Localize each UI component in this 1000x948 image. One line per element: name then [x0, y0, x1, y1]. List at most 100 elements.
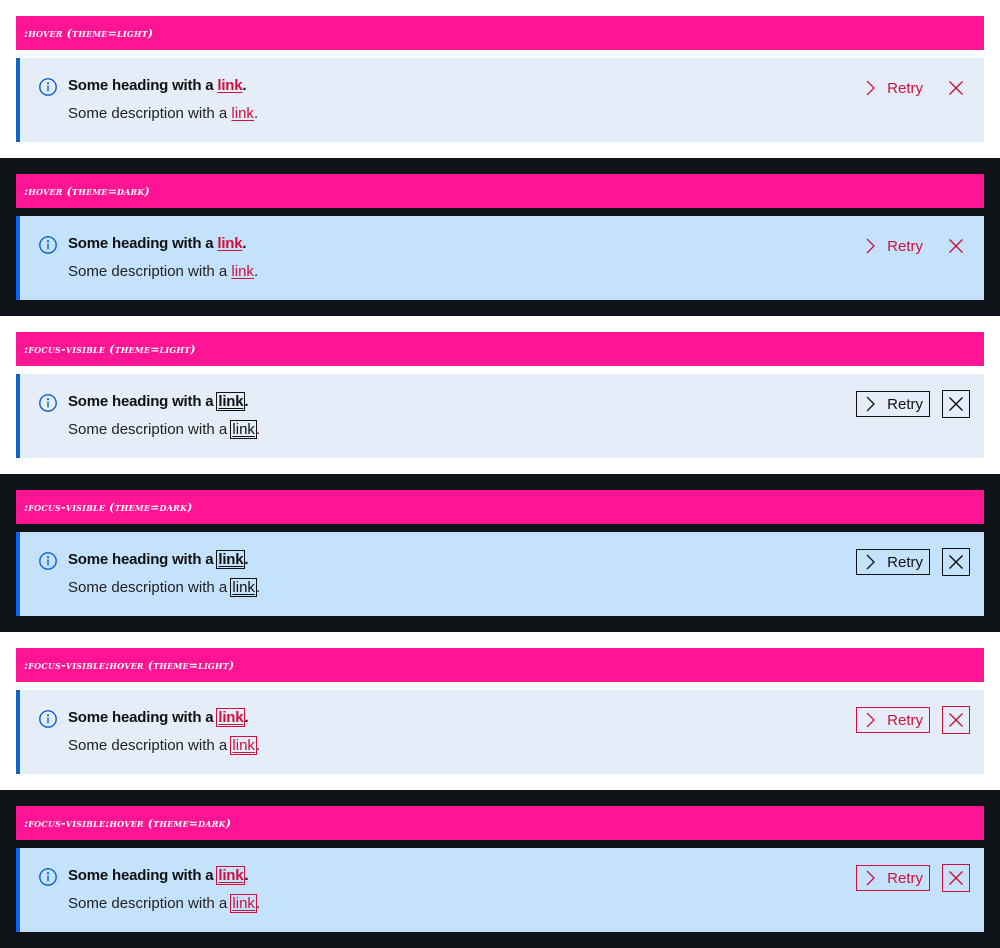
heading-link[interactable]: link: [216, 550, 246, 569]
notification-actions: Retry: [856, 390, 970, 418]
chevron-right-icon: [866, 712, 876, 728]
notification-heading: Some heading with a link.: [68, 708, 260, 728]
description-suffix: .: [255, 421, 261, 438]
heading-link[interactable]: link: [217, 77, 242, 94]
notification-actions: Retry: [856, 548, 970, 576]
retry-button[interactable]: Retry: [856, 75, 930, 101]
heading-suffix: .: [244, 867, 249, 884]
heading-text: Some heading with a: [68, 393, 218, 410]
info-icon: [39, 78, 57, 96]
description-suffix: .: [255, 579, 261, 596]
info-icon: [39, 868, 57, 886]
state-section: :hover (theme=light) Some heading with a…: [0, 0, 1000, 158]
close-button[interactable]: [942, 74, 970, 102]
close-button[interactable]: [942, 706, 970, 734]
description-text: Some description with a: [68, 421, 232, 438]
notification-actions: Retry: [856, 74, 970, 102]
heading-text: Some heading with a: [68, 235, 218, 252]
state-label: :focus-visible:hover (theme=dark): [16, 806, 984, 840]
retry-label: Retry: [887, 711, 923, 729]
description-text: Some description with a: [68, 737, 232, 754]
notification-heading: Some heading with a link.: [68, 234, 258, 254]
chevron-right-icon: [866, 554, 876, 570]
close-icon: [949, 81, 963, 95]
description-link[interactable]: link: [231, 263, 254, 280]
inline-notification: Some heading with a link. Some descripti…: [16, 58, 984, 142]
retry-label: Retry: [887, 237, 923, 255]
chevron-right-icon: [866, 870, 876, 886]
retry-button[interactable]: Retry: [856, 233, 930, 259]
description-link[interactable]: link: [230, 578, 257, 597]
inline-notification: Some heading with a link. Some descripti…: [16, 848, 984, 932]
retry-button[interactable]: Retry: [856, 707, 930, 733]
heading-link[interactable]: link: [216, 866, 246, 885]
heading-suffix: .: [244, 709, 249, 726]
close-icon: [949, 555, 963, 569]
state-section: :focus-visible (theme=dark) Some heading…: [0, 474, 1000, 632]
state-label: :focus-visible (theme=light): [16, 332, 984, 366]
notification-heading: Some heading with a link.: [68, 392, 260, 412]
description-suffix: .: [253, 263, 259, 280]
close-button[interactable]: [942, 232, 970, 260]
heading-text: Some heading with a: [68, 709, 218, 726]
chevron-right-icon: [866, 396, 876, 412]
close-icon: [949, 871, 963, 885]
notification-description: Some description with a link.: [68, 104, 258, 124]
state-section: :focus-visible:hover (theme=light) Some …: [0, 632, 1000, 790]
heading-link[interactable]: link: [217, 235, 242, 252]
inline-notification: Some heading with a link. Some descripti…: [16, 374, 984, 458]
heading-suffix: .: [242, 235, 247, 252]
close-icon: [949, 397, 963, 411]
info-icon: [39, 236, 57, 254]
description-text: Some description with a: [68, 895, 232, 912]
notification-heading: Some heading with a link.: [68, 866, 260, 886]
notification-description: Some description with a link.: [68, 262, 258, 282]
close-icon: [949, 713, 963, 727]
retry-label: Retry: [887, 395, 923, 413]
state-section: :hover (theme=dark) Some heading with a …: [0, 158, 1000, 316]
description-suffix: .: [253, 105, 259, 122]
heading-text: Some heading with a: [68, 77, 218, 94]
notification-actions: Retry: [856, 706, 970, 734]
heading-suffix: .: [244, 551, 249, 568]
retry-button[interactable]: Retry: [856, 391, 930, 417]
description-link[interactable]: link: [230, 736, 257, 755]
notification-description: Some description with a link.: [68, 736, 260, 756]
notification-actions: Retry: [856, 864, 970, 892]
retry-button[interactable]: Retry: [856, 549, 930, 575]
description-link[interactable]: link: [230, 420, 257, 439]
state-section: :focus-visible (theme=light) Some headin…: [0, 316, 1000, 474]
notification-heading: Some heading with a link.: [68, 550, 260, 570]
heading-text: Some heading with a: [68, 867, 218, 884]
heading-text: Some heading with a: [68, 551, 218, 568]
close-button[interactable]: [942, 390, 970, 418]
state-label: :hover (theme=light): [16, 16, 984, 50]
retry-label: Retry: [887, 79, 923, 97]
heading-suffix: .: [244, 393, 249, 410]
description-text: Some description with a: [68, 105, 232, 122]
chevron-right-icon: [866, 80, 876, 96]
description-link[interactable]: link: [231, 105, 254, 122]
inline-notification: Some heading with a link. Some descripti…: [16, 690, 984, 774]
info-icon: [39, 552, 57, 570]
description-text: Some description with a: [68, 579, 232, 596]
close-button[interactable]: [942, 864, 970, 892]
notification-actions: Retry: [856, 232, 970, 260]
notification-description: Some description with a link.: [68, 420, 260, 440]
retry-button[interactable]: Retry: [856, 865, 930, 891]
description-link[interactable]: link: [230, 894, 257, 913]
notification-description: Some description with a link.: [68, 578, 260, 598]
heading-link[interactable]: link: [216, 708, 246, 727]
info-icon: [39, 394, 57, 412]
chevron-right-icon: [866, 238, 876, 254]
retry-label: Retry: [887, 869, 923, 887]
state-label: :focus-visible (theme=dark): [16, 490, 984, 524]
description-text: Some description with a: [68, 263, 232, 280]
close-button[interactable]: [942, 548, 970, 576]
retry-label: Retry: [887, 553, 923, 571]
state-label: :hover (theme=dark): [16, 174, 984, 208]
heading-suffix: .: [242, 77, 247, 94]
heading-link[interactable]: link: [216, 392, 246, 411]
description-suffix: .: [255, 737, 261, 754]
inline-notification: Some heading with a link. Some descripti…: [16, 216, 984, 300]
